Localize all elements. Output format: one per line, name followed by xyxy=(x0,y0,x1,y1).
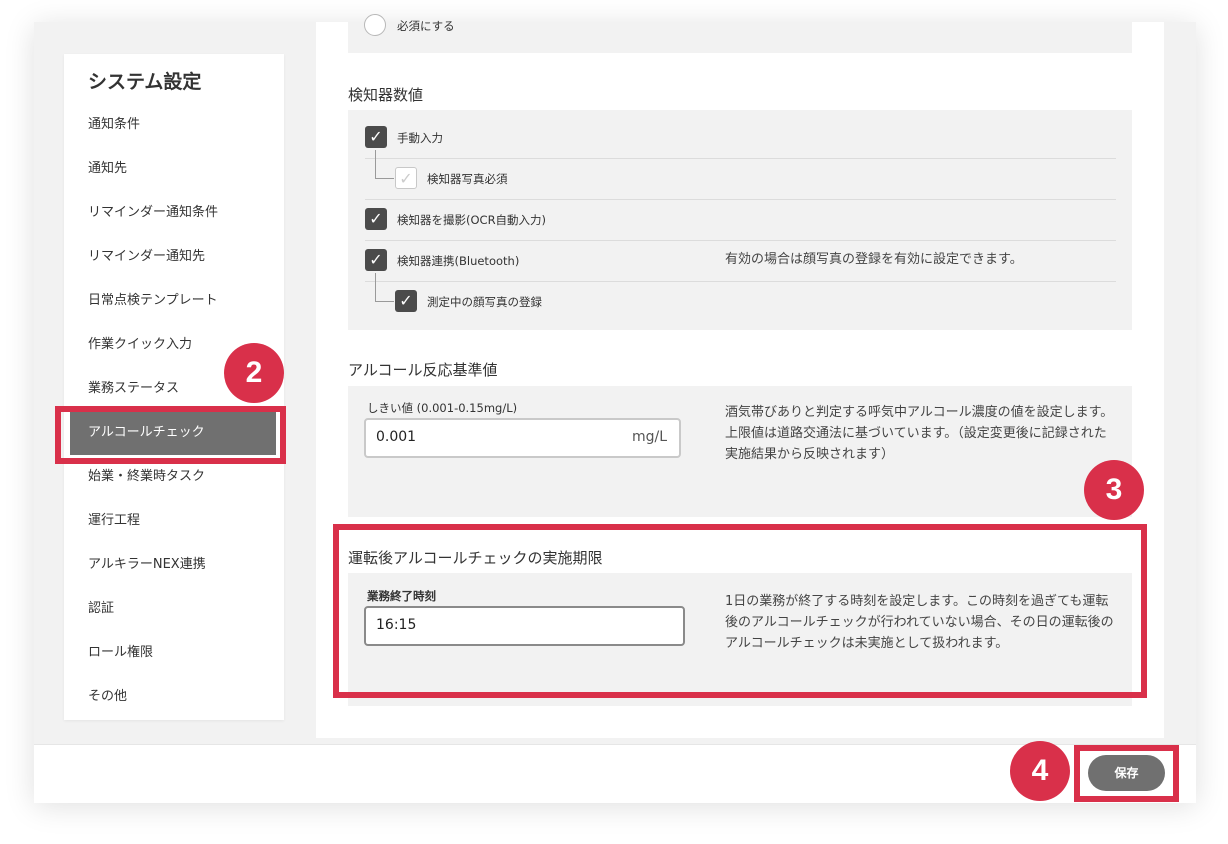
check-icon: ✓ xyxy=(399,169,413,188)
highlight-alcohol-check-item xyxy=(55,406,286,464)
manual-input-label: 手動入力 xyxy=(397,131,443,145)
sidebar-item-notify-destinations[interactable]: 通知先 xyxy=(64,147,284,191)
photo-required-label: 検知器写真必須 xyxy=(427,172,508,186)
tree-connector xyxy=(375,150,394,179)
required-radio-label: 必須にする xyxy=(397,19,455,33)
bluetooth-note: 有効の場合は顔写真の登録を有効に設定できます。 xyxy=(725,252,1023,267)
sidebar-item-notify-conditions[interactable]: 通知条件 xyxy=(64,103,284,147)
divider xyxy=(365,199,1116,200)
face-photo-checkbox[interactable]: ✓ xyxy=(395,290,417,312)
threshold-section-title: アルコール反応基準値 xyxy=(348,361,498,379)
sidebar-title: システム設定 xyxy=(88,71,202,93)
step-badge-3: 3 xyxy=(1084,460,1144,520)
sidebar-item-other[interactable]: その他 xyxy=(64,675,284,719)
required-setting-panel xyxy=(348,22,1132,53)
face-photo-label: 測定中の顔写真の登録 xyxy=(427,295,542,309)
check-icon: ✓ xyxy=(369,127,383,146)
bluetooth-label: 検知器連携(Bluetooth) xyxy=(397,254,520,268)
ocr-label: 検知器を撮影(OCR自動入力) xyxy=(397,213,547,227)
sidebar-item-daily-inspection-template[interactable]: 日常点検テンプレート xyxy=(64,279,284,323)
bluetooth-checkbox[interactable]: ✓ xyxy=(365,249,387,271)
tree-connector xyxy=(375,273,394,302)
threshold-field-label: しきい値 (0.001-0.15mg/L) xyxy=(367,401,518,415)
check-icon: ✓ xyxy=(369,209,383,228)
threshold-value: 0.001 xyxy=(376,429,417,445)
radio-icon[interactable] xyxy=(364,14,386,36)
sidebar-item-operation-process[interactable]: 運行工程 xyxy=(64,499,284,543)
threshold-unit: mg/L xyxy=(631,429,667,445)
step-badge-4: 4 xyxy=(1010,741,1070,801)
check-icon: ✓ xyxy=(369,250,383,269)
sidebar-item-authentication[interactable]: 認証 xyxy=(64,587,284,631)
photo-required-checkbox[interactable]: ✓ xyxy=(395,167,417,189)
threshold-input[interactable]: 0.001 mg/L xyxy=(364,418,681,458)
check-icon: ✓ xyxy=(399,291,413,310)
manual-input-checkbox[interactable]: ✓ xyxy=(365,126,387,148)
ocr-checkbox[interactable]: ✓ xyxy=(365,208,387,230)
sidebar-item-reminder-destinations[interactable]: リマインダー通知先 xyxy=(64,235,284,279)
threshold-note: 酒気帯びありと判定する呼気中アルコール濃度の値を設定します。上限値は道路交通法に… xyxy=(725,405,1114,462)
step-badge-2: 2 xyxy=(224,343,284,403)
highlight-deadline-section xyxy=(333,524,1147,698)
highlight-save-button xyxy=(1074,745,1179,802)
divider xyxy=(365,281,1116,282)
sidebar-item-role-permissions[interactable]: ロール権限 xyxy=(64,631,284,675)
divider xyxy=(365,240,1116,241)
sidebar-item-alkiller-nex[interactable]: アルキラーNEX連携 xyxy=(64,543,284,587)
sidebar-item-reminder-conditions[interactable]: リマインダー通知条件 xyxy=(64,191,284,235)
detector-section-title: 検知器数値 xyxy=(348,86,424,104)
divider xyxy=(365,158,1116,159)
